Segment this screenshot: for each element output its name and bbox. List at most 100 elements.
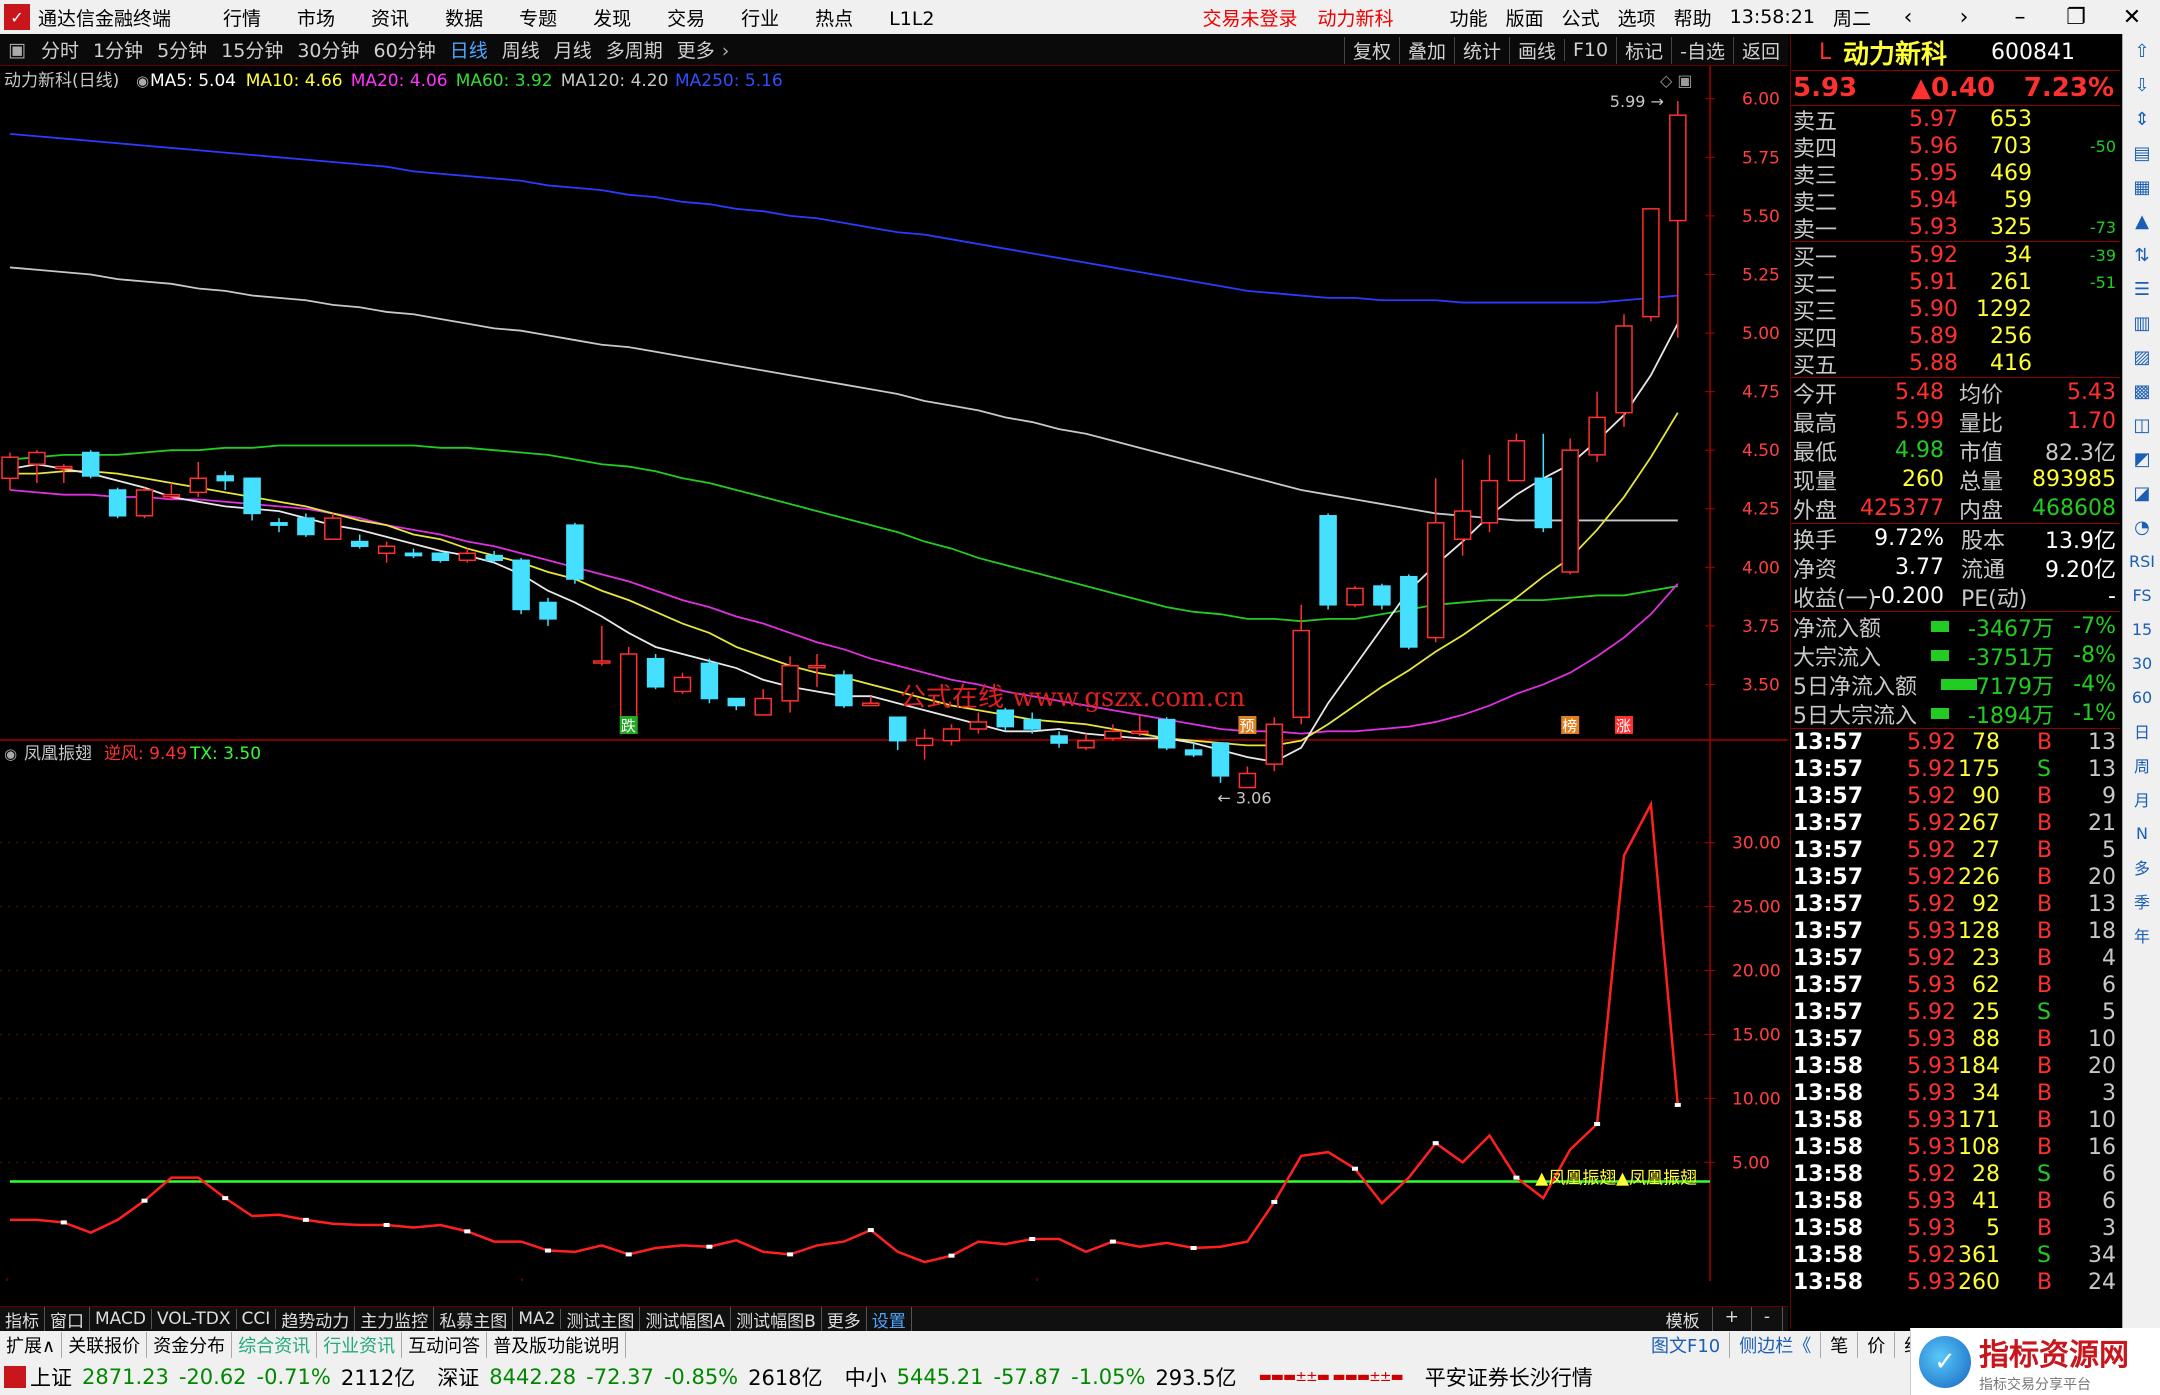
flow-row-3[interactable]: 5日大宗流入 -1894万 -1% xyxy=(1791,699,2120,729)
sidebar-tool-11-icon[interactable]: ◫ xyxy=(2123,408,2160,442)
sidebar-label-8[interactable]: N xyxy=(2123,816,2160,850)
indicator-tab-9[interactable]: 测试主图 xyxy=(561,1307,641,1331)
menu-1[interactable]: 市场 xyxy=(297,8,335,30)
function-tab-5[interactable]: 互动问答 xyxy=(402,1332,488,1358)
tick-row-0[interactable]: 13:57 5.92 78 B 13 xyxy=(1791,729,2120,756)
period-tab-10[interactable]: 更多 xyxy=(677,40,715,62)
more-chevron-icon[interactable]: › xyxy=(722,40,730,62)
sidebar-tool-6-icon[interactable]: ⇅ xyxy=(2123,238,2160,272)
bid-row-0[interactable]: 买一 5.92 34 -39 xyxy=(1791,242,2120,271)
sidebar-tool-5-icon[interactable]: ▲ xyxy=(2123,204,2160,238)
ask-row-4[interactable]: 卖一 5.93 325 -73 xyxy=(1791,214,2120,243)
sidebar-tool-2-icon[interactable]: ⇕ xyxy=(2123,102,2160,136)
ask-row-3[interactable]: 卖二 5.94 59 xyxy=(1791,187,2120,216)
sh-index-label[interactable]: 上证 xyxy=(30,1362,72,1392)
tick-row-9[interactable]: 13:57 5.93 62 B 6 xyxy=(1791,972,2120,999)
login-status[interactable]: 交易未登录 xyxy=(1203,4,1298,31)
sidebar-label-6[interactable]: 周 xyxy=(2123,748,2160,782)
sub-legend-collapse-icon[interactable]: ◉ xyxy=(4,745,17,763)
indicator-tab-13[interactable]: 设置 xyxy=(867,1307,912,1331)
bid-row-4[interactable]: 买五 5.88 416 xyxy=(1791,350,2120,379)
right-menu-2[interactable]: 公式 xyxy=(1562,4,1600,31)
sidebar-tool-4-icon[interactable]: ▦ xyxy=(2123,170,2160,204)
layout-toggle-icon[interactable]: ▣ xyxy=(8,39,26,61)
right-menu-3[interactable]: 选项 xyxy=(1618,4,1656,31)
indicator-tab-3[interactable]: VOL-TDX xyxy=(152,1309,237,1329)
tabs2-right-0[interactable]: 图文F10 xyxy=(1642,1332,1731,1358)
tabs2-right-1[interactable]: 侧边栏《 xyxy=(1730,1332,1822,1358)
tick-row-5[interactable]: 13:57 5.92 226 B 20 xyxy=(1791,864,2120,891)
function-tab-6[interactable]: 普及版功能说明 xyxy=(487,1332,627,1358)
sidebar-label-4[interactable]: 60 xyxy=(2123,680,2160,714)
tabs2-right-2[interactable]: 笔 xyxy=(1821,1332,1859,1358)
tool-button-4[interactable]: F10 xyxy=(1564,39,1616,61)
ask-row-0[interactable]: 卖五 5.97 653 xyxy=(1791,106,2120,135)
tick-row-2[interactable]: 13:57 5.92 90 B 9 xyxy=(1791,783,2120,810)
function-tab-0[interactable]: 扩展∧ xyxy=(0,1332,63,1358)
indicator-tab-6[interactable]: 主力监控 xyxy=(355,1307,435,1331)
tick-row-18[interactable]: 13:58 5.93 5 B 3 xyxy=(1791,1215,2120,1242)
sidebar-label-11[interactable]: 年 xyxy=(2123,918,2160,952)
flow-row-1[interactable]: 大宗流入 -3751万 -8% xyxy=(1791,641,2120,671)
period-tab-0[interactable]: 分时 xyxy=(41,40,79,62)
tick-row-12[interactable]: 13:58 5.93 184 B 20 xyxy=(1791,1053,2120,1080)
indicator-tab-7[interactable]: 私募主图 xyxy=(434,1307,514,1331)
tool-button-5[interactable]: 标记 xyxy=(1616,36,1671,64)
sidebar-tool-14-icon[interactable]: ◔ xyxy=(2123,510,2160,544)
sidebar-tool-3-icon[interactable]: ▤ xyxy=(2123,136,2160,170)
period-tab-5[interactable]: 60分钟 xyxy=(374,40,436,62)
period-tab-6[interactable]: 日线 xyxy=(450,40,488,62)
tick-row-19[interactable]: 13:58 5.92 361 S 34 xyxy=(1791,1242,2120,1269)
bid-row-2[interactable]: 买三 5.90 1292 xyxy=(1791,296,2120,325)
indicator-tab-5[interactable]: 趋势动力 xyxy=(276,1307,356,1331)
sidebar-tool-0-icon[interactable]: ⇧ xyxy=(2123,34,2160,68)
indicator-tab-1[interactable]: 窗口 xyxy=(45,1307,90,1331)
tabs2-right-3[interactable]: 价 xyxy=(1858,1332,1896,1358)
sidebar-tool-13-icon[interactable]: ◪ xyxy=(2123,476,2160,510)
tool-button-1[interactable]: 叠加 xyxy=(1398,36,1454,64)
stat-row-1[interactable]: 最高 5.99 量比 1.70 xyxy=(1791,407,2120,437)
period-tab-2[interactable]: 5分钟 xyxy=(157,40,207,62)
tick-row-15[interactable]: 13:58 5.93 108 B 16 xyxy=(1791,1134,2120,1161)
stat-row-4[interactable]: 外盘 425377 内盘 468608 xyxy=(1791,494,2120,524)
right-menu-0[interactable]: 功能 xyxy=(1450,4,1488,31)
sidebar-tool-12-icon[interactable]: ◩ xyxy=(2123,442,2160,476)
event-marker[interactable]: 预 xyxy=(1238,716,1257,735)
menu-9[interactable]: L1L2 xyxy=(889,8,934,30)
right-menu-1[interactable]: 版面 xyxy=(1506,4,1544,31)
indicator-tab-10[interactable]: 测试幅图A xyxy=(640,1307,732,1331)
chart-options-icon[interactable]: ◇ ▣ xyxy=(1660,71,1693,90)
menu-2[interactable]: 资讯 xyxy=(371,8,409,30)
event-marker[interactable]: 榜 xyxy=(1561,716,1580,735)
sidebar-tool-7-icon[interactable]: ☰ xyxy=(2123,272,2160,306)
menu-3[interactable]: 数据 xyxy=(445,8,483,30)
event-marker[interactable]: 跌 xyxy=(619,716,638,735)
stat2-row-2[interactable]: 收益(一) -0.200 PE(动) - xyxy=(1791,582,2120,612)
function-tab-4[interactable]: 行业资讯 xyxy=(317,1332,403,1358)
sidebar-label-7[interactable]: 月 xyxy=(2123,782,2160,816)
menu-0[interactable]: 行情 xyxy=(223,8,261,30)
stat-row-3[interactable]: 现量 260 总量 893985 xyxy=(1791,465,2120,495)
period-tab-9[interactable]: 多周期 xyxy=(606,40,663,62)
period-tab-7[interactable]: 周线 xyxy=(502,40,540,62)
minimize-icon[interactable]: – xyxy=(2001,5,2039,30)
close-icon[interactable]: ✕ xyxy=(2113,5,2151,30)
sidebar-tool-10-icon[interactable]: ▩ xyxy=(2123,374,2160,408)
bid-row-3[interactable]: 买四 5.89 256 xyxy=(1791,323,2120,352)
function-tab-2[interactable]: 资金分布 xyxy=(147,1332,233,1358)
indicator-tab-0[interactable]: 指标 xyxy=(0,1307,45,1331)
tick-row-10[interactable]: 13:57 5.92 25 S 5 xyxy=(1791,999,2120,1026)
tick-row-1[interactable]: 13:57 5.92 175 S 13 xyxy=(1791,756,2120,783)
flow-row-2[interactable]: 5日净流入额 -7179万 -4% xyxy=(1791,670,2120,700)
flow-row-0[interactable]: 净流入额 -3467万 -7% xyxy=(1791,612,2120,642)
sidebar-label-0[interactable]: RSI xyxy=(2123,544,2160,578)
quote-price-row[interactable]: 5.93 ▲0.40 7.23% xyxy=(1791,70,2120,106)
indicator-tab-8[interactable]: MA2 xyxy=(513,1309,562,1329)
function-tab-3[interactable]: 综合资讯 xyxy=(232,1332,318,1358)
quote-header[interactable]: L 动力新科 600841 xyxy=(1791,34,2120,70)
tick-row-7[interactable]: 13:57 5.93 128 B 18 xyxy=(1791,918,2120,945)
sidebar-tool-1-icon[interactable]: ⇩ xyxy=(2123,68,2160,102)
restore-icon[interactable]: ❐ xyxy=(2057,5,2095,30)
stat2-row-1[interactable]: 净资 3.77 流通 9.20亿 xyxy=(1791,553,2120,583)
sidebar-label-2[interactable]: 15 xyxy=(2123,612,2160,646)
